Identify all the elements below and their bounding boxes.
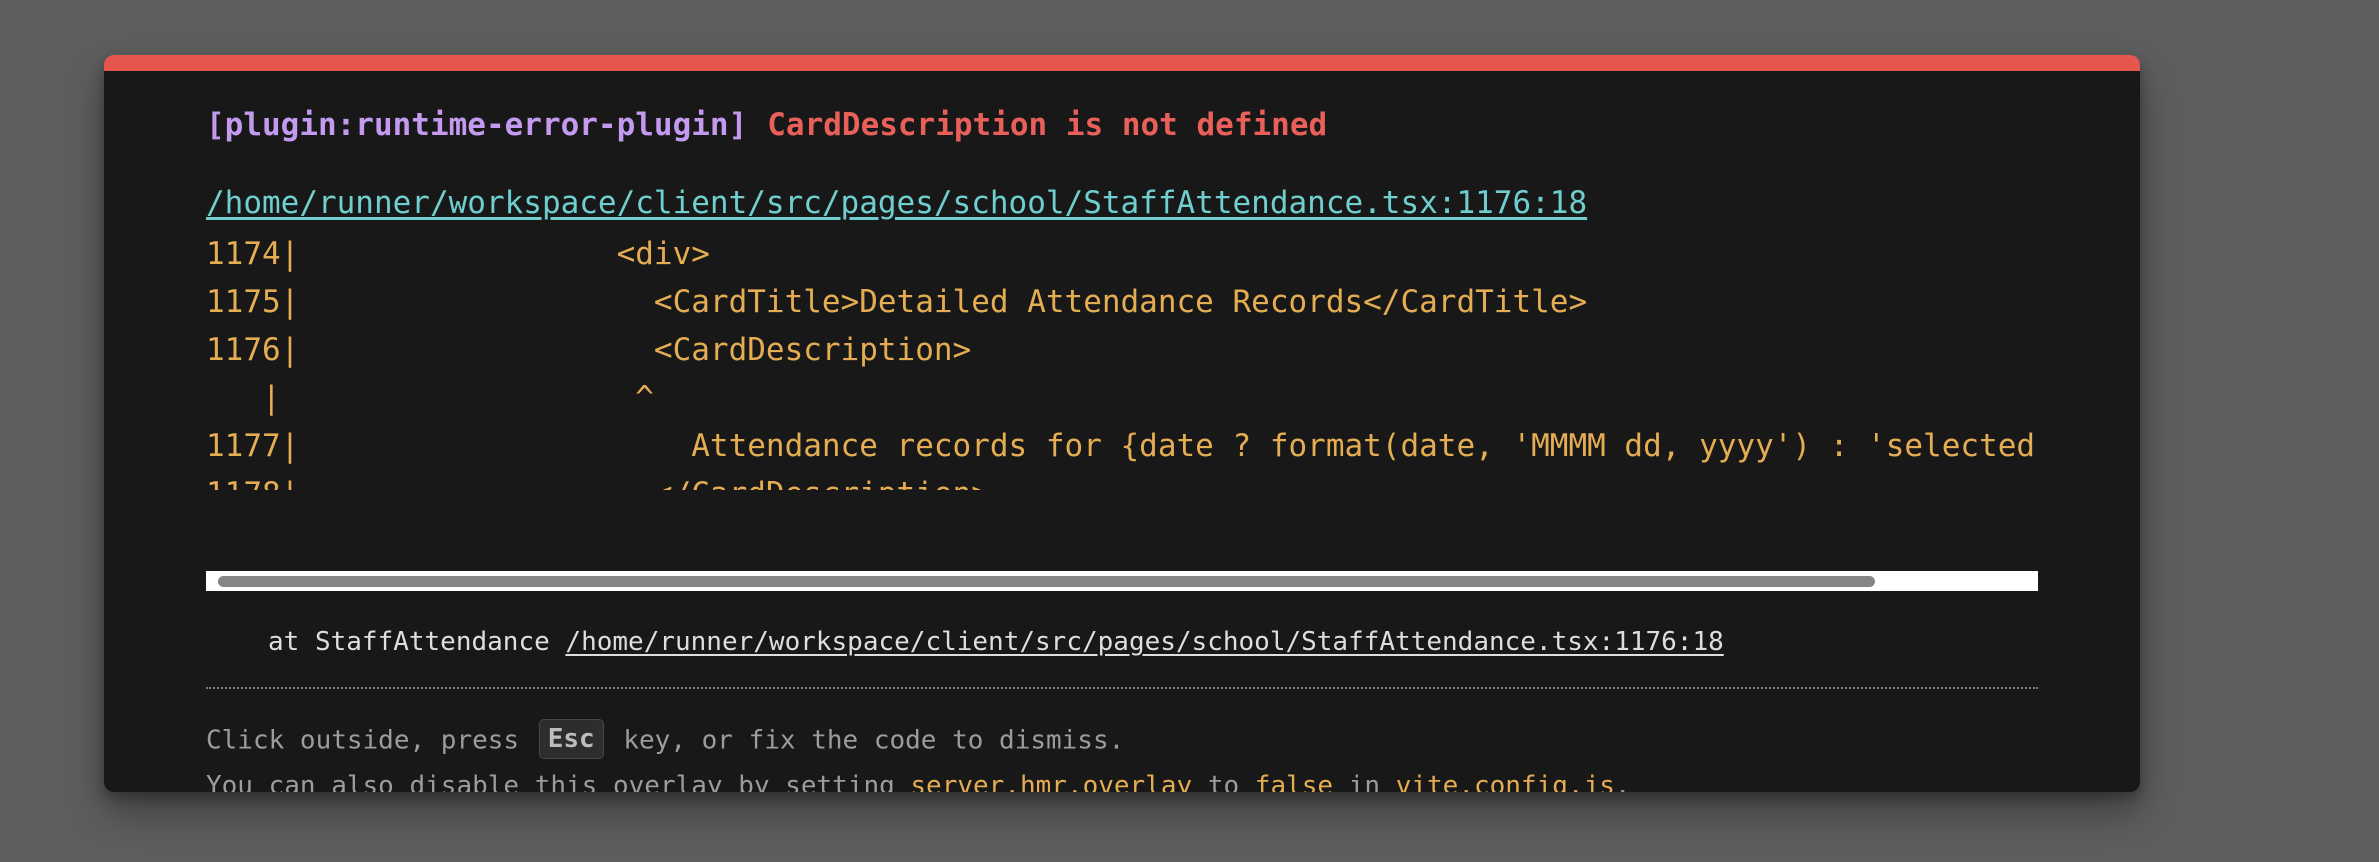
config-file: vite.config.js bbox=[1395, 771, 1615, 792]
stack-trace: at StaffAttendance /home/runner/workspac… bbox=[268, 624, 1724, 660]
plugin-tag: [plugin:runtime-error-plugin] bbox=[206, 107, 748, 143]
code-scrollbar[interactable] bbox=[206, 571, 2038, 591]
disable-overlay-tip: You can also disable this overlay by set… bbox=[206, 768, 1631, 792]
tip-text: You can also disable this overlay by set… bbox=[206, 771, 895, 792]
error-file-link[interactable]: /home/runner/workspace/client/src/pages/… bbox=[206, 183, 1587, 223]
stack-file-link[interactable]: /home/runner/workspace/client/src/pages/… bbox=[565, 627, 1723, 657]
tip-text: . bbox=[1614, 771, 1631, 792]
code-line: 1174| <div> bbox=[206, 236, 710, 272]
tip-text: Click outside, press bbox=[206, 725, 520, 756]
esc-key: Esc bbox=[538, 719, 604, 759]
stack-prefix: at StaffAttendance bbox=[268, 627, 550, 657]
config-key: server.hmr.overlay bbox=[910, 771, 1193, 792]
code-line: 1176| <CardDescription> bbox=[206, 332, 972, 368]
divider bbox=[206, 687, 2038, 689]
code-frame: 1174| <div> 1175| <CardTitle>Detailed At… bbox=[206, 230, 2038, 490]
tip-text: to bbox=[1207, 771, 1240, 792]
scrollbar-thumb[interactable] bbox=[218, 576, 1875, 587]
error-header: [plugin:runtime-error-plugin] CardDescrip… bbox=[206, 105, 1327, 145]
error-overlay: [plugin:runtime-error-plugin] CardDescrip… bbox=[104, 55, 2140, 792]
error-message: CardDescription is not defined bbox=[767, 107, 1328, 143]
code-line: 1178| </CardDescription> bbox=[206, 470, 990, 490]
code-line: 1175| <CardTitle>Detailed Attendance Rec… bbox=[206, 284, 1588, 320]
code-line: 1177| Attendance records for {date ? for… bbox=[206, 428, 2038, 464]
code-pointer-line: | ^ bbox=[206, 380, 654, 416]
config-value: false bbox=[1254, 771, 1334, 792]
tip-text: in bbox=[1348, 771, 1381, 792]
tip-text: key, or fix the code to dismiss. bbox=[623, 725, 1125, 756]
dismiss-tip: Click outside, press Esc key, or fix the… bbox=[206, 719, 1125, 761]
